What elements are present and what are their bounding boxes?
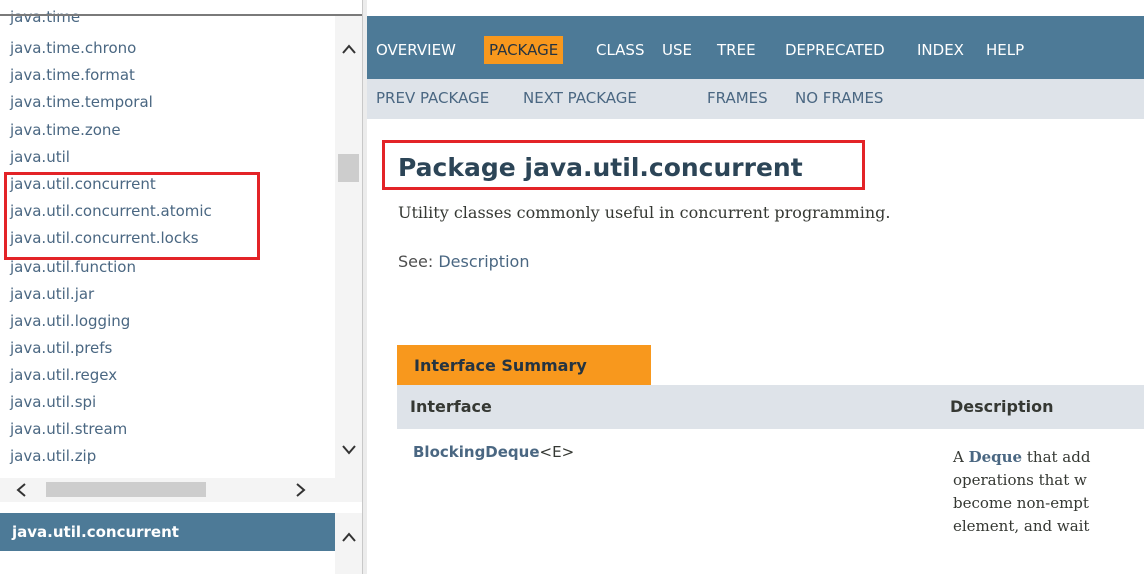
nav-deprecated-link[interactable]: DEPRECATED <box>785 36 885 64</box>
package-link-java-util-jar[interactable]: java.util.jar <box>10 284 94 304</box>
vertical-scroll-thumb[interactable] <box>338 154 359 182</box>
package-link-java-time-chrono[interactable]: java.time.chrono <box>10 38 136 58</box>
package-link-java-util-regex[interactable]: java.util.regex <box>10 365 117 385</box>
table-row: BlockingDeque<E> A Deque that add operat… <box>397 429 1144 574</box>
see-also: See: Description <box>398 251 529 273</box>
package-link-java-time[interactable]: java.time <box>10 7 80 27</box>
description-line-1: A Deque that add <box>953 446 1090 468</box>
description-prefix: A <box>953 448 969 466</box>
nav-class-link[interactable]: CLASS <box>596 36 644 64</box>
package-link-java-util-stream[interactable]: java.util.stream <box>10 419 127 439</box>
scroll-right-icon[interactable] <box>286 478 316 502</box>
description-line-4: element, and wait <box>953 517 1090 535</box>
scroll-left-icon[interactable] <box>6 478 36 502</box>
package-list-horizontal-scrollbar[interactable] <box>0 478 335 502</box>
highlight-box-concurrent-packages <box>4 172 260 260</box>
prev-package-link[interactable]: PREV PACKAGE <box>376 88 489 108</box>
frame-top-rule <box>0 14 362 16</box>
package-link-java-util-spi[interactable]: java.util.spi <box>10 392 96 412</box>
package-link-java-time-format[interactable]: java.time.format <box>10 65 135 85</box>
package-link-java-util[interactable]: java.util <box>10 147 70 167</box>
column-header-description: Description <box>950 397 1054 416</box>
package-link-java-util-zip[interactable]: java.util.zip <box>10 446 96 466</box>
blockingdeque-link[interactable]: BlockingDeque <box>413 443 540 461</box>
type-parameter: <E> <box>539 443 575 461</box>
package-list-vertical-scrollbar[interactable] <box>335 16 362 478</box>
package-classes-frame: java.util.concurrent <box>0 502 362 574</box>
deque-link[interactable]: Deque <box>969 448 1023 466</box>
package-link-java-time-zone[interactable]: java.time.zone <box>10 120 121 140</box>
description-line-3: become non-empt <box>953 494 1089 512</box>
classes-frame-title[interactable]: java.util.concurrent <box>0 513 335 551</box>
nav-package-current: PACKAGE <box>484 36 564 64</box>
frames-link[interactable]: FRAMES <box>707 88 768 108</box>
package-link-java-time-temporal[interactable]: java.time.temporal <box>10 92 153 112</box>
package-link-java-util-function[interactable]: java.util.function <box>10 257 136 277</box>
classes-frame-vertical-scrollbar[interactable] <box>335 513 362 574</box>
nav-help-link[interactable]: HELP <box>986 36 1024 64</box>
summary-table-header: Interface Description <box>397 385 1144 429</box>
package-description: Utility classes commonly useful in concu… <box>398 203 891 222</box>
nav-overview-link[interactable]: OVERVIEW <box>376 36 456 64</box>
package-list-frame: java.time java.time.chrono java.time.for… <box>0 0 362 574</box>
scrollbar-corner <box>335 478 362 502</box>
scroll-down-icon[interactable] <box>335 437 362 463</box>
nav-use-link[interactable]: USE <box>662 36 692 64</box>
package-link-java-util-logging[interactable]: java.util.logging <box>10 311 130 331</box>
content-top-margin <box>367 0 1144 16</box>
see-description-link[interactable]: Description <box>438 252 529 271</box>
column-header-interface: Interface <box>410 397 492 416</box>
scroll-up-icon[interactable] <box>335 36 362 62</box>
scroll-up-icon[interactable] <box>335 525 362 549</box>
horizontal-scroll-thumb[interactable] <box>46 482 206 497</box>
description-line-2: operations that w <box>953 471 1087 489</box>
package-link-java-util-prefs[interactable]: java.util.prefs <box>10 338 112 358</box>
description-text: that add <box>1022 448 1091 466</box>
nav-index-link[interactable]: INDEX <box>917 36 964 64</box>
highlight-box-page-title <box>382 140 865 190</box>
no-frames-link[interactable]: NO FRAMES <box>795 88 883 108</box>
nav-tree-link[interactable]: TREE <box>717 36 756 64</box>
interface-summary-tab: Interface Summary <box>397 345 651 385</box>
see-label: See: <box>398 252 434 271</box>
next-package-link[interactable]: NEXT PACKAGE <box>523 88 637 108</box>
content-frame: OVERVIEW PACKAGE CLASS USE TREE DEPRECAT… <box>367 0 1144 574</box>
interface-name-cell: BlockingDeque<E> <box>413 442 574 462</box>
